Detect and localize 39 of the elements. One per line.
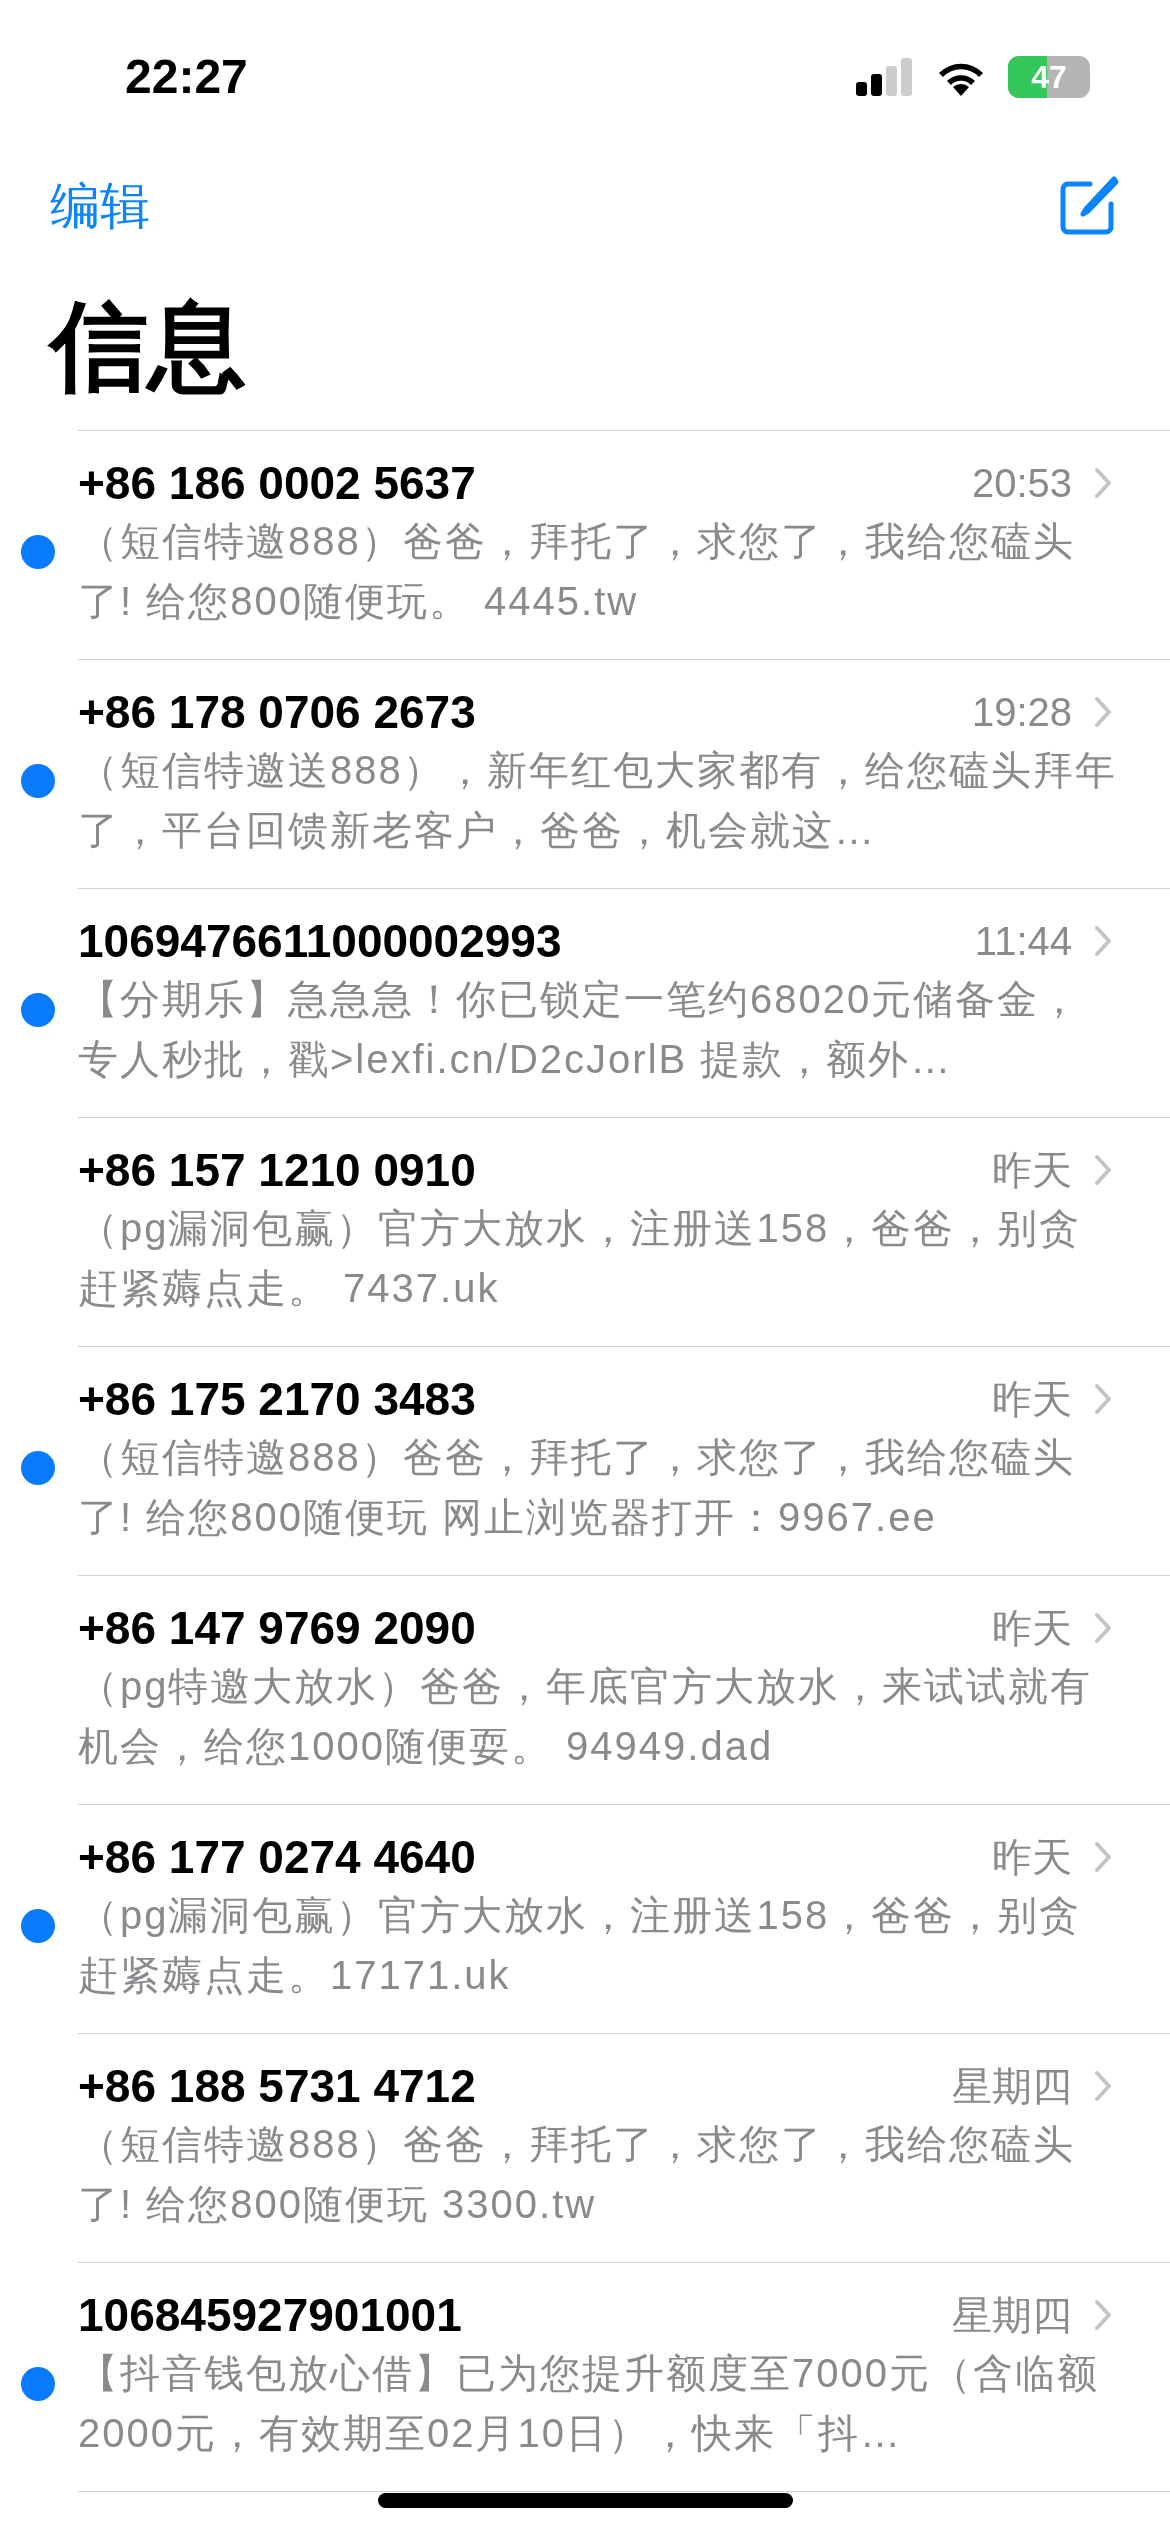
- sender-name[interactable]: +86 186 0002 5637: [78, 455, 476, 511]
- sender-name[interactable]: +86 177 0274 4640: [78, 1829, 476, 1885]
- message-time: 昨天: [992, 1376, 1072, 1423]
- sender-name[interactable]: 1069476611000002993: [78, 913, 562, 969]
- sender-name[interactable]: +86 147 9769 2090: [78, 1600, 476, 1656]
- chevron-icon: [1094, 1841, 1112, 1873]
- message-preview: （pg漏洞包赢）官方大放水，注册送158，爸爸，别贪赶紧薅点走。17171.uk: [78, 1892, 1083, 1999]
- message-preview: （短信特邀888）爸爸，拜托了，求您了，我给您磕头了! 给您800随便玩。 4445.tw: [78, 518, 1076, 625]
- edit-button[interactable]: 编辑: [50, 168, 150, 244]
- signal-icon: [856, 58, 914, 96]
- status-time: 22:27: [125, 49, 248, 105]
- chevron-icon: [1094, 467, 1112, 499]
- message-time: 昨天: [992, 1834, 1072, 1881]
- message-time: 20:53: [971, 460, 1072, 507]
- message-preview: （短信特邀送888），新年红包大家都有，给您磕头拜年了，平台回馈新老客户，爸爸，机会就这…: [78, 747, 1118, 854]
- message-time: 星期四: [952, 2292, 1072, 2339]
- chevron-icon: [1094, 696, 1112, 728]
- chevron-icon: [1094, 925, 1112, 957]
- message-preview: 【抖音钱包放心借】已为您提升额度至7000元（含临额2000元，有效期至02月10日），快来「抖…: [78, 2350, 1100, 2457]
- chevron-icon: [1094, 2299, 1112, 2331]
- message-time: 19:28: [971, 689, 1072, 736]
- message-preview: （pg漏洞包赢）官方大放水，注册送158，爸爸，别贪赶紧薅点走。 7437.uk: [78, 1205, 1083, 1312]
- message-time: 11:44: [974, 918, 1072, 965]
- chevron-icon: [1094, 1612, 1112, 1644]
- message-time: 昨天: [992, 1147, 1072, 1194]
- message-preview: （pg特邀大放水）爸爸，年底官方大放水，来试试就有机会，给您1000随便耍。 94949.dad: [78, 1663, 1094, 1770]
- sender-name[interactable]: +86 157 1210 0910: [78, 1142, 476, 1198]
- sender-name[interactable]: 106845927901001: [78, 2287, 462, 2343]
- sender-name[interactable]: +86 175 2170 3483: [78, 1371, 476, 1427]
- sender-name[interactable]: +86 178 0706 2673: [78, 684, 476, 740]
- chevron-icon: [1094, 2070, 1112, 2102]
- chevron-icon: [1094, 1154, 1112, 1186]
- message-preview: （短信特邀888）爸爸，拜托了，求您了，我给您磕头了! 给您800随便玩 3300.tw: [78, 2121, 1076, 2228]
- message-time: 星期四: [952, 2063, 1072, 2110]
- chevron-icon: [1094, 1383, 1112, 1415]
- sender-name[interactable]: +86 188 5731 4712: [78, 2058, 476, 2114]
- message-preview: （短信特邀888）爸爸，拜托了，求您了，我给您磕头了! 给您800随便玩 网止浏览器打开：9967.ee: [78, 1434, 1076, 1541]
- message-time: 昨天: [992, 1605, 1072, 1652]
- message-preview: 【分期乐】急急急！你已锁定一笔约68020元储备金，专人秒批，戳>lexfi.cn/D2cJorlB 提款，额外…: [78, 976, 1083, 1083]
